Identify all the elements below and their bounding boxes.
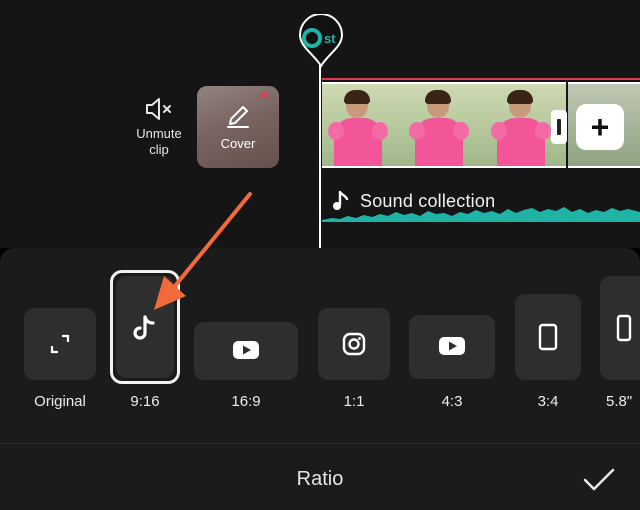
ratio-option-original-tile[interactable] [24,308,96,380]
ratio-label-3-4: 3:4 [537,393,559,410]
video-clip-frames[interactable] [322,82,566,168]
ratio-label-original: Original [34,393,86,410]
expand-icon [50,334,70,354]
video-frame [322,84,404,166]
timeline-area: Unmute clip Cover + Sound collection st [0,0,640,248]
clip-trim-handle[interactable] [551,110,567,144]
audio-waveform [322,207,640,222]
youtube-icon [439,337,465,355]
panel-title: Ratio [296,468,344,490]
phone-icon [616,314,632,342]
playhead-line[interactable] [319,60,321,248]
cover-label: Cover [220,136,256,151]
portrait-rect-icon [538,323,558,351]
unmute-clip-label: Unmute clip [136,126,182,157]
instagram-icon [342,332,366,356]
ratio-label-1-1: 1:1 [343,393,365,410]
unmute-clip-button[interactable]: Unmute clip [128,96,190,158]
mute-speaker-icon [146,98,171,120]
ratio-label-9-16: 9:16 [130,393,160,410]
selected-ratio-highlight [110,270,180,384]
ratio-label-16-9: 16:9 [231,393,261,410]
panel-divider [0,443,640,444]
ratio-label-5-8-inch: 5.8" [606,393,633,410]
audio-track[interactable]: Sound collection [322,182,640,222]
pencil-edit-icon [227,106,249,128]
ratio-option-5-8-inch-tile[interactable] [600,276,640,380]
playhead-badge: st [324,31,336,46]
youtube-icon [233,341,259,359]
ratio-option-4-3-tile[interactable] [409,315,495,379]
ratio-option-1-1-tile[interactable] [318,308,390,380]
clip-marker-line [322,78,640,80]
cover-button[interactable]: Cover [197,86,279,168]
heart-marker-icon [261,92,267,98]
ratio-option-3-4-tile[interactable] [515,294,581,380]
ratio-label-4-3: 4:3 [441,393,463,410]
playhead-marker[interactable]: st [298,14,344,68]
ratio-option-16-9-tile[interactable] [194,322,298,380]
add-clip-button[interactable]: + [576,104,624,150]
video-frame [403,84,485,166]
checkmark-icon[interactable] [582,466,616,494]
plus-icon: + [590,109,610,145]
